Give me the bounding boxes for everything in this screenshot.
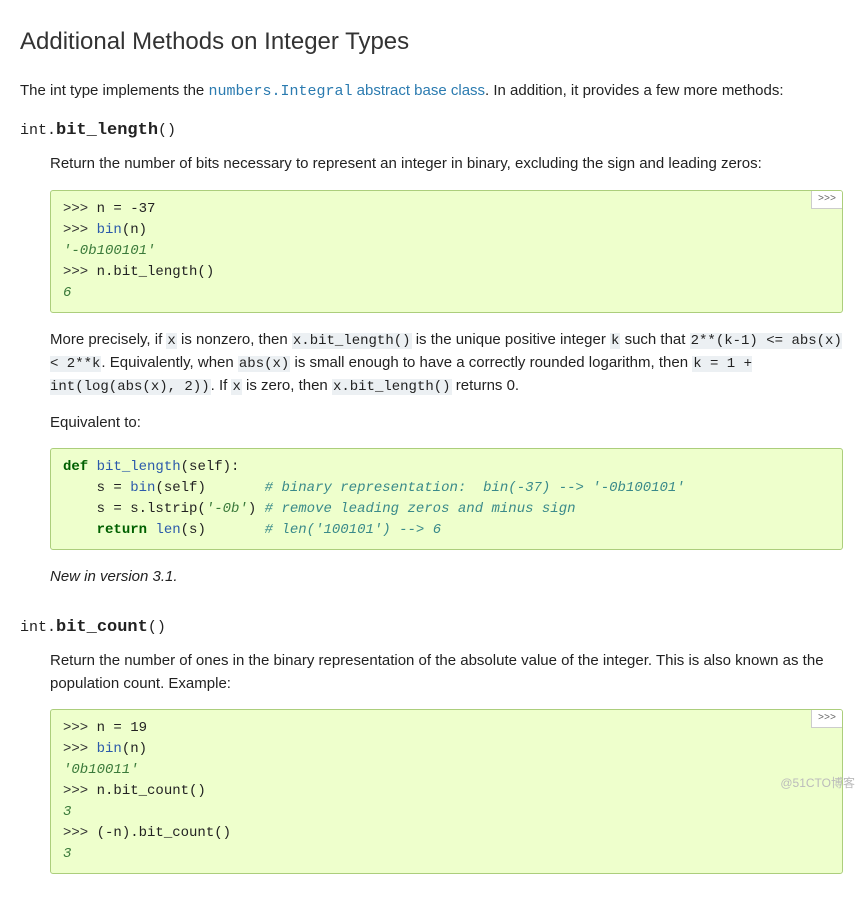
sig-method-name: bit_length: [56, 121, 158, 140]
inline-code: x: [231, 379, 241, 395]
bit-length-example: >>> >>> n = -37 >>> bin(n) '-0b100101' >>…: [50, 190, 843, 313]
code: s =: [63, 480, 130, 496]
inline-code: x: [166, 333, 176, 349]
code-fn: bin: [97, 741, 122, 757]
prompt: >>>: [63, 783, 97, 799]
prompt: >>>: [63, 741, 97, 757]
code: ): [248, 501, 265, 517]
fn-name: bin: [130, 480, 155, 496]
toggle-prompts-button[interactable]: >>>: [811, 191, 842, 209]
fn-name: len: [155, 522, 180, 538]
code-output: 6: [63, 285, 71, 301]
fn-name: bit_length: [88, 459, 180, 475]
text: returns 0.: [452, 377, 520, 394]
intro-text-a: The int type implements the: [20, 82, 208, 99]
sig-parens: (): [148, 619, 166, 636]
code-line: (n): [122, 741, 147, 757]
numbers-integral-link[interactable]: numbers.Integral abstract base class: [208, 82, 485, 99]
inline-code: x.bit_length(): [332, 379, 452, 395]
intro-text-b: . In addition, it provides a few more me…: [485, 82, 783, 99]
keyword: return: [97, 522, 147, 538]
equivalent-to-label: Equivalent to:: [50, 412, 843, 435]
bit-count-signature: int.bit_count(): [20, 615, 843, 641]
bit-count-example: >>> >>> n = 19 >>> bin(n) '0b10011' >>> n…: [50, 709, 843, 874]
string: '-0b': [206, 501, 248, 517]
text: . Equivalently, when: [101, 354, 237, 371]
code: s = s.lstrip(: [63, 501, 206, 517]
text: is zero, then: [242, 377, 332, 394]
keyword: def: [63, 459, 88, 475]
sig-class-prefix: int.: [20, 122, 56, 139]
code-output: 3: [63, 804, 71, 820]
watermark: @51CTO博客: [780, 774, 855, 792]
sig-class-prefix: int.: [20, 619, 56, 636]
inline-code: abs(x): [238, 356, 290, 372]
code-line: (n): [122, 222, 147, 238]
code-line: (-n).bit_count(): [97, 825, 231, 841]
comment: # binary representation: bin(-37) --> '-…: [265, 480, 685, 496]
version-added: New in version 3.1.: [50, 566, 843, 589]
code-line: n = -37: [97, 201, 156, 217]
code-output: 3: [63, 846, 71, 862]
bit-count-desc: Return the number of ones in the binary …: [50, 650, 843, 695]
comment: # len('100101') --> 6: [265, 522, 441, 538]
method-bit-length: int.bit_length() Return the number of bi…: [20, 118, 843, 589]
abstract-base-class-text: abstract base class: [352, 82, 485, 99]
text: is nonzero, then: [177, 331, 292, 348]
code-output: '-0b100101': [63, 243, 155, 259]
sig-method-name: bit_count: [56, 618, 148, 637]
prompt: >>>: [63, 201, 97, 217]
comment: # remove leading zeros and minus sign: [265, 501, 576, 517]
bit-length-signature: int.bit_length(): [20, 118, 843, 144]
prompt: >>>: [63, 264, 97, 280]
sig-parens: (): [158, 122, 176, 139]
numbers-integral-code: numbers.Integral: [208, 83, 352, 100]
text: such that: [620, 331, 689, 348]
text: is the unique positive integer: [412, 331, 610, 348]
bit-length-equiv-code: def bit_length(self): s = bin(self) # bi…: [50, 448, 843, 550]
text: is small enough to have a correctly roun…: [290, 354, 692, 371]
code: [63, 522, 97, 538]
text: More precisely, if: [50, 331, 166, 348]
text: . If: [211, 377, 232, 394]
prompt: >>>: [63, 222, 97, 238]
prompt: >>>: [63, 825, 97, 841]
code-line: n.bit_length(): [97, 264, 215, 280]
prompt: >>>: [63, 720, 97, 736]
bit-length-more: More precisely, if x is nonzero, then x.…: [50, 329, 843, 398]
method-bit-count: int.bit_count() Return the number of one…: [20, 615, 843, 875]
code-output: '0b10011': [63, 762, 139, 778]
code: (self):: [181, 459, 240, 475]
code: (s): [181, 522, 265, 538]
inline-code: k: [610, 333, 620, 349]
code: (self): [155, 480, 264, 496]
toggle-prompts-button[interactable]: >>>: [811, 710, 842, 728]
intro-paragraph: The int type implements the numbers.Inte…: [20, 80, 843, 104]
code-line: n.bit_count(): [97, 783, 206, 799]
section-title: Additional Methods on Integer Types: [20, 24, 843, 60]
bit-length-desc: Return the number of bits necessary to r…: [50, 153, 843, 176]
inline-code: x.bit_length(): [292, 333, 412, 349]
code-fn: bin: [97, 222, 122, 238]
code-line: n = 19: [97, 720, 147, 736]
